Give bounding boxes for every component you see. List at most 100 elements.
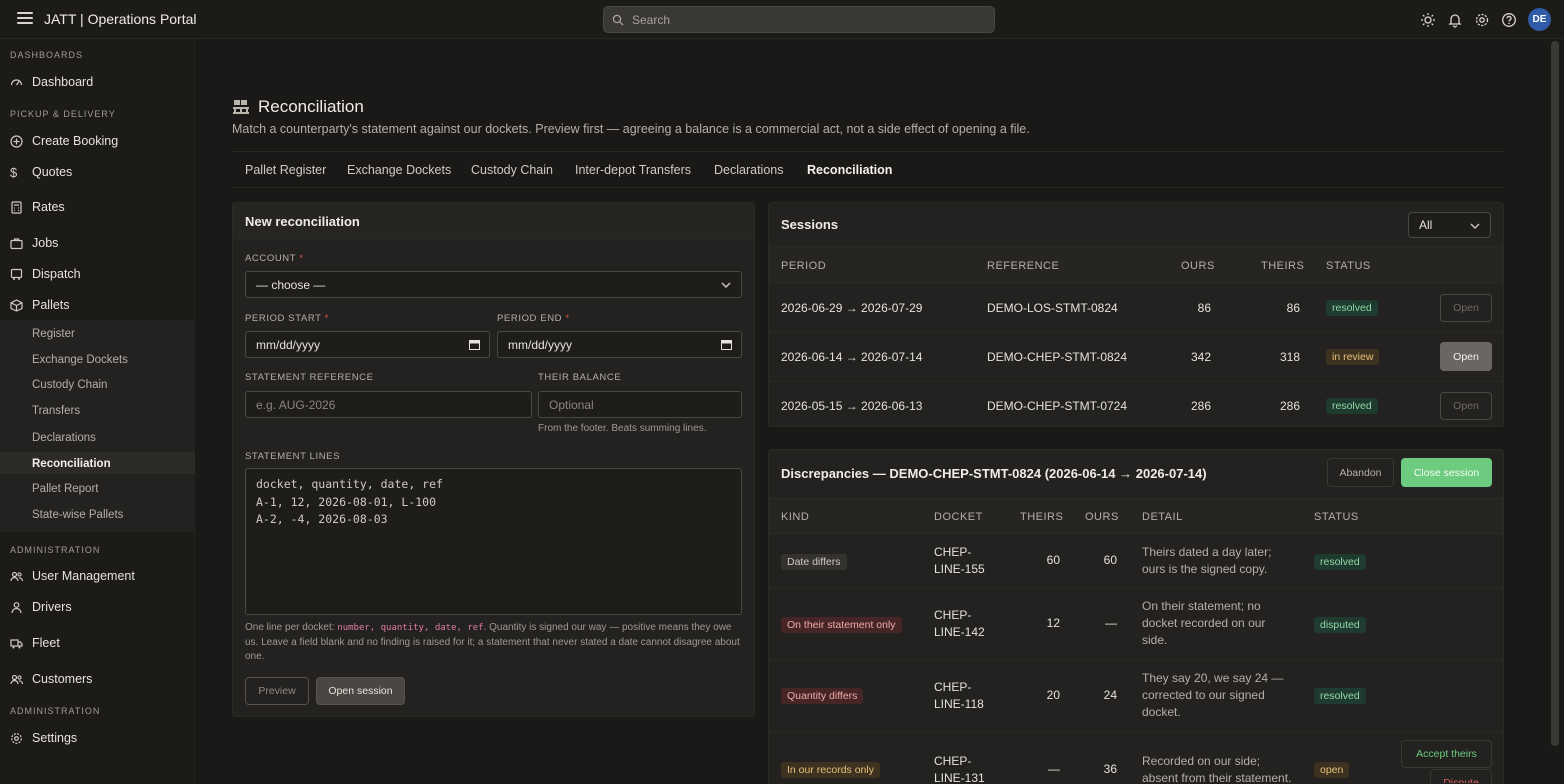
- open-session-row-button[interactable]: Open: [1440, 294, 1492, 322]
- status-badge: resolved: [1314, 554, 1366, 570]
- close-session-button[interactable]: Close session: [1401, 458, 1492, 487]
- status-badge: resolved: [1326, 398, 1378, 414]
- table-row[interactable]: On their statement only CHEP- LINE-142 12…: [769, 587, 1503, 660]
- their-balance-input[interactable]: Optional: [538, 391, 742, 418]
- sidebar-item-rates[interactable]: Rates: [0, 195, 195, 219]
- period-end-input[interactable]: mm/dd/yyyy: [497, 331, 742, 358]
- dispute-button[interactable]: Dispute: [1430, 769, 1492, 783]
- sidebar-item-user-management[interactable]: User Management: [0, 564, 195, 588]
- sidebar-item-fleet[interactable]: Fleet: [0, 631, 195, 655]
- table-row[interactable]: 2026-05-15 → 2026-06-13 DEMO-CHEP-STMT-0…: [769, 381, 1503, 427]
- tab-reconciliation[interactable]: Reconciliation: [807, 163, 892, 177]
- column-header: KIND: [781, 511, 810, 523]
- table-row[interactable]: 2026-06-29 → 2026-07-29 DEMO-LOS-STMT-08…: [769, 283, 1503, 332]
- sidebar-item-quotes[interactable]: $ Quotes: [0, 160, 195, 184]
- sun-icon[interactable]: [1420, 12, 1436, 28]
- ours-cell: 60: [1103, 553, 1117, 567]
- pallets-submenu: Register Exchange Dockets Custody Chain …: [0, 320, 195, 532]
- table-row[interactable]: Date differs CHEP- LINE-155 60 60 Theirs …: [769, 533, 1503, 587]
- theirs-cell: —: [1048, 762, 1060, 776]
- sidebar-subitem-transfers[interactable]: Transfers: [32, 405, 80, 417]
- search-box[interactable]: [603, 6, 995, 33]
- status-badge: disputed: [1314, 617, 1366, 633]
- calculator-icon: [11, 200, 22, 214]
- accept-theirs-button[interactable]: Accept theirs: [1401, 740, 1492, 768]
- table-row[interactable]: Quantity differs CHEP- LINE-118 20 24 The…: [769, 660, 1503, 731]
- period-cell: 2026-06-29 → 2026-07-29: [781, 301, 923, 315]
- page-scrollbar[interactable]: [1551, 41, 1559, 746]
- statement-reference-input[interactable]: e.g. AUG-2026: [245, 391, 532, 418]
- search-input[interactable]: [632, 12, 972, 27]
- sidebar-item-dashboard[interactable]: Dashboard: [0, 70, 195, 94]
- sidebar-subitem-register[interactable]: Register: [32, 328, 75, 340]
- kind-badge: Quantity differs: [781, 688, 864, 704]
- statement-lines-help: One line per docket: number, quantity, d…: [245, 622, 740, 662]
- period-end-value: mm/dd/yyyy: [508, 337, 573, 352]
- statement-lines-textarea[interactable]: docket, quantity, date, ref A-1, 12, 202…: [245, 468, 742, 615]
- column-header: STATUS: [1314, 511, 1359, 523]
- user-avatar[interactable]: DE: [1528, 8, 1551, 31]
- open-session-row-button[interactable]: Open: [1440, 342, 1492, 371]
- table-row[interactable]: In our records only CHEP- LINE-131 — 36 R…: [769, 731, 1503, 783]
- tab-inter-depot-transfers[interactable]: Inter-depot Transfers: [575, 163, 691, 177]
- help-icon[interactable]: [1501, 12, 1517, 28]
- page-title: Reconciliation: [258, 97, 364, 116]
- sidebar-item-pallets[interactable]: Pallets: [0, 293, 195, 317]
- open-session-button[interactable]: Open session: [316, 677, 405, 705]
- table-row[interactable]: 2026-06-14 → 2026-07-14 DEMO-CHEP-STMT-0…: [769, 332, 1503, 381]
- sidebar: DASHBOARDS Dashboard PICKUP & DELIVERY C…: [0, 39, 195, 784]
- calendar-icon[interactable]: [469, 339, 480, 350]
- sidebar-item-drivers[interactable]: Drivers: [0, 595, 195, 619]
- tab-pallet-register[interactable]: Pallet Register: [245, 163, 326, 177]
- calendar-icon[interactable]: [721, 339, 732, 350]
- sidebar-item-dispatch[interactable]: Dispatch: [0, 262, 195, 286]
- sidebar-item-label: Create Booking: [32, 134, 119, 148]
- pallet-icon: [233, 100, 249, 114]
- sidebar-item-settings[interactable]: Settings: [0, 726, 195, 750]
- status-badge: resolved: [1326, 300, 1378, 316]
- tab-declarations[interactable]: Declarations: [714, 163, 783, 177]
- top-bar: JATT | Operations Portal DE: [0, 0, 1564, 39]
- sidebar-subitem-declarations[interactable]: Declarations: [32, 432, 96, 444]
- period-start-label: PERIOD START *: [245, 313, 329, 324]
- sidebar-subitem-custody-chain[interactable]: Custody Chain: [32, 379, 107, 391]
- column-header: PERIOD: [781, 260, 827, 272]
- truck-icon: [10, 268, 23, 280]
- sidebar-item-customers[interactable]: Customers: [0, 667, 195, 691]
- sidebar-subitem-pallet-report[interactable]: Pallet Report: [32, 483, 98, 495]
- sidebar-subitem-state-wise-pallets[interactable]: State-wise Pallets: [32, 509, 123, 521]
- tab-custody-chain[interactable]: Custody Chain: [471, 163, 553, 177]
- chevron-down-icon: [721, 282, 731, 288]
- ours-cell: 342: [1190, 350, 1211, 364]
- reference-cell: DEMO-CHEP-STMT-0724: [987, 399, 1128, 413]
- hamburger-menu-icon[interactable]: [17, 12, 33, 26]
- bell-icon[interactable]: [1447, 12, 1463, 28]
- detail-cell: Theirs dated a day later; ours is the sig…: [1142, 545, 1272, 576]
- dollar-icon: $: [10, 164, 18, 180]
- sidebar-section-label: ADMINISTRATION: [10, 545, 101, 555]
- ours-cell: 286: [1190, 399, 1211, 413]
- sidebar-subitem-exchange-dockets[interactable]: Exchange Dockets: [32, 354, 128, 366]
- format-code: number, quantity, date, ref: [337, 623, 484, 633]
- account-select[interactable]: — choose —: [245, 271, 742, 298]
- theirs-cell: 12: [1046, 616, 1060, 630]
- sessions-filter-select[interactable]: All: [1408, 212, 1491, 238]
- open-session-row-button[interactable]: Open: [1440, 392, 1492, 420]
- tab-exchange-dockets[interactable]: Exchange Dockets: [347, 163, 451, 177]
- sidebar-item-label: User Management: [32, 569, 135, 583]
- sidebar-item-create-booking[interactable]: Create Booking: [0, 129, 195, 153]
- sidebar-item-label: Jobs: [32, 236, 59, 250]
- gear-icon[interactable]: [1474, 12, 1490, 28]
- sidebar-item-jobs[interactable]: Jobs: [0, 231, 195, 255]
- tab-bar: Pallet Register Exchange Dockets Custody…: [232, 151, 1504, 188]
- sidebar-subitem-reconciliation[interactable]: Reconciliation: [32, 458, 111, 470]
- sidebar-item-label: Dashboard: [32, 75, 94, 89]
- column-header: DOCKET: [934, 511, 983, 523]
- period-start-input[interactable]: mm/dd/yyyy: [245, 331, 490, 358]
- sidebar-item-label: Customers: [32, 672, 93, 686]
- abandon-button[interactable]: Abandon: [1327, 458, 1394, 487]
- period-start-value: mm/dd/yyyy: [256, 337, 321, 352]
- statement-lines-label: STATEMENT LINES: [245, 451, 341, 462]
- column-header: THEIRS: [1261, 260, 1305, 272]
- preview-button[interactable]: Preview: [245, 677, 309, 705]
